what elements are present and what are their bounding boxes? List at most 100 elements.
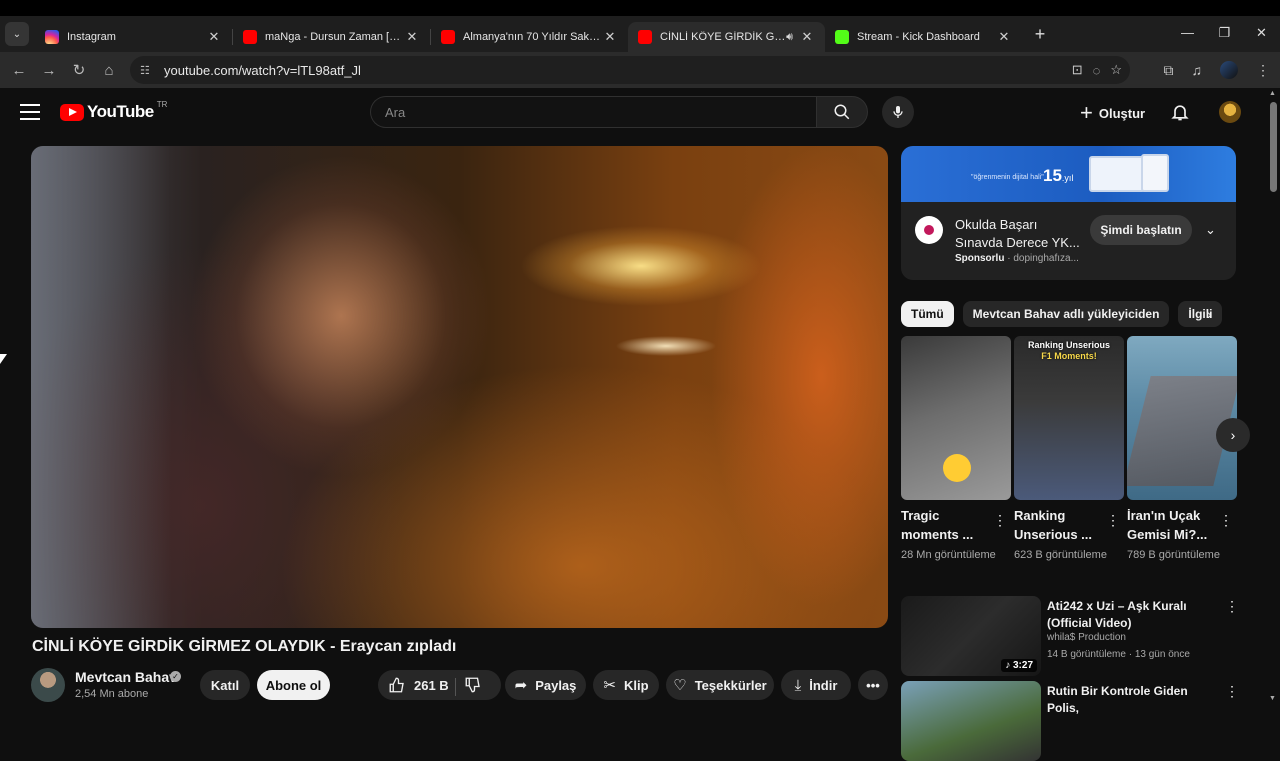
page-scrollbar[interactable]: ▲ ▼ bbox=[1267, 88, 1280, 720]
ad-banner-image[interactable]: "öğrenmenin dijital hali" 15.yıl bbox=[901, 146, 1236, 202]
more-vertical-icon[interactable]: ⋮ bbox=[993, 512, 1007, 529]
chevron-right-icon[interactable]: › bbox=[1207, 306, 1212, 322]
short-thumbnail[interactable] bbox=[901, 336, 1011, 500]
eye-off-icon[interactable]: ◌ bbox=[1093, 63, 1101, 78]
video-player[interactable] bbox=[31, 146, 888, 628]
channel-name[interactable]: Mevtcan Bahav bbox=[75, 669, 177, 685]
sponsored-ad-card[interactable]: "öğrenmenin dijital hali" 15.yıl Okulda … bbox=[901, 146, 1236, 280]
account-avatar[interactable] bbox=[1219, 101, 1241, 123]
profile-avatar[interactable] bbox=[1220, 61, 1238, 79]
more-actions-button[interactable]: ••• bbox=[858, 670, 888, 700]
close-window-icon[interactable]: ✕ bbox=[1243, 16, 1280, 52]
short-title[interactable]: Tragic moments ... bbox=[901, 506, 991, 544]
thumbnail-caption: Ranking Unserious F1 Moments! bbox=[1027, 340, 1110, 361]
ad-sponsor-line: Sponsorlu · dopinghafıza... bbox=[955, 253, 1079, 264]
youtube-logo[interactable]: YouTube TR bbox=[60, 100, 167, 122]
download-button[interactable]: ⤓ İndir bbox=[781, 670, 851, 700]
video-channel[interactable]: whila$ Production bbox=[1047, 632, 1126, 643]
close-icon[interactable]: ✕ bbox=[602, 29, 618, 45]
shorts-next-button[interactable]: › bbox=[1216, 418, 1250, 452]
more-vertical-icon[interactable]: ⋮ bbox=[1225, 598, 1239, 615]
voice-search-button[interactable] bbox=[882, 96, 914, 128]
close-icon[interactable]: ✕ bbox=[206, 29, 222, 45]
chip-related[interactable]: İlgili bbox=[1178, 301, 1223, 327]
subscribe-button[interactable]: Abone ol bbox=[257, 670, 330, 700]
site-info-icon[interactable]: ☷ bbox=[140, 64, 156, 77]
scrollbar-thumb[interactable] bbox=[1270, 102, 1277, 192]
hamburger-menu-icon[interactable] bbox=[20, 104, 40, 120]
new-tab-button[interactable]: + bbox=[1026, 24, 1054, 45]
related-video-item[interactable]: Rutin Bir Kontrole Giden Polis, ⋮ bbox=[901, 681, 1239, 761]
short-item[interactable]: Tragic moments ... 28 Mn görüntüleme ⋮ bbox=[901, 336, 1011, 561]
search-button[interactable] bbox=[816, 96, 868, 128]
media-control-icon[interactable]: ♫ bbox=[1192, 62, 1203, 78]
instagram-favicon-icon bbox=[45, 30, 59, 44]
browser-tab[interactable]: Instagram ✕ bbox=[35, 22, 232, 52]
browser-tab[interactable]: maNga - Dursun Zaman [Lyrics ✕ bbox=[233, 22, 430, 52]
advertiser-logo[interactable] bbox=[915, 216, 943, 244]
subscribe-label: Abone ol bbox=[265, 677, 322, 693]
chevron-down-icon[interactable]: ⌄ bbox=[1205, 222, 1216, 238]
more-vertical-icon[interactable]: ⋮ bbox=[1225, 683, 1239, 700]
speaker-icon[interactable]: 🔊︎ bbox=[786, 31, 793, 44]
minimize-icon[interactable]: — bbox=[1169, 16, 1206, 52]
chip-all[interactable]: Tümü bbox=[901, 301, 954, 327]
short-thumbnail[interactable]: Ranking Unserious F1 Moments! bbox=[1014, 336, 1124, 500]
video-thumbnail[interactable] bbox=[901, 681, 1041, 761]
tab-title: maNga - Dursun Zaman [Lyrics bbox=[265, 31, 404, 43]
short-views: 789 B görüntüleme bbox=[1127, 549, 1220, 561]
forward-arrow-icon[interactable]: → bbox=[34, 62, 64, 79]
menu-kebab-icon[interactable]: ⋮ bbox=[1256, 62, 1270, 79]
video-title[interactable]: Ati242 x Uzi – Aşk Kuralı (Official Vide… bbox=[1047, 598, 1217, 632]
thanks-button[interactable]: ♡ Teşekkürler bbox=[666, 670, 774, 700]
browser-tab[interactable]: Stream - Kick Dashboard ✕ bbox=[825, 22, 1022, 52]
video-thumbnail[interactable]: ♪ 3:27 bbox=[901, 596, 1041, 676]
tab-search-button[interactable]: ⌄ bbox=[5, 22, 29, 46]
create-button[interactable]: + Oluştur bbox=[1080, 98, 1145, 128]
short-title[interactable]: Ranking Unserious ... bbox=[1014, 506, 1104, 544]
browser-tab-active[interactable]: CİNLİ KÖYE GİRDİK GİRMEZ 🔊︎ ✕ bbox=[628, 22, 825, 52]
extensions-icon[interactable]: ⧉ bbox=[1164, 62, 1174, 79]
close-icon[interactable]: ✕ bbox=[996, 29, 1012, 45]
short-item[interactable]: İran'ın Uçak Gemisi Mi?... 789 B görüntü… bbox=[1127, 336, 1237, 561]
notifications-bell-icon[interactable] bbox=[1170, 102, 1190, 127]
ad-title[interactable]: Okulda Başarı Sınavda Derece YK... bbox=[955, 216, 1085, 252]
back-arrow-icon[interactable]: ← bbox=[4, 62, 34, 79]
clip-button[interactable]: ✂ Klip bbox=[593, 670, 659, 700]
browser-toolbar: ← → ↻ ⌂ ☷ youtube.com/watch?v=lTL98atf_J… bbox=[0, 52, 1280, 88]
channel-avatar[interactable] bbox=[31, 668, 65, 702]
thanks-label: Teşekkürler bbox=[694, 677, 767, 693]
scroll-up-icon[interactable]: ▲ bbox=[1269, 90, 1276, 97]
home-icon[interactable]: ⌂ bbox=[94, 62, 124, 79]
bookmark-star-icon[interactable]: ☆ bbox=[1110, 62, 1122, 78]
more-vertical-icon[interactable]: ⋮ bbox=[1106, 512, 1120, 529]
join-button[interactable]: Katıl bbox=[200, 670, 250, 700]
video-title[interactable]: Rutin Bir Kontrole Giden Polis, bbox=[1047, 683, 1217, 717]
short-title[interactable]: İran'ın Uçak Gemisi Mi?... bbox=[1127, 506, 1217, 544]
short-item[interactable]: Ranking Unserious F1 Moments! Ranking Uns… bbox=[1014, 336, 1124, 561]
more-vertical-icon[interactable]: ⋮ bbox=[1219, 512, 1233, 529]
thumbs-up-icon bbox=[389, 677, 404, 693]
subscriber-count: 2,54 Mn abone bbox=[75, 688, 149, 700]
tab-title: Stream - Kick Dashboard bbox=[857, 31, 980, 43]
screen-top-bar bbox=[0, 0, 1280, 16]
short-thumbnail[interactable] bbox=[1127, 336, 1237, 500]
close-icon[interactable]: ✕ bbox=[799, 29, 815, 45]
related-video-item[interactable]: ♪ 3:27 Ati242 x Uzi – Aşk Kuralı (Offici… bbox=[901, 596, 1239, 676]
chip-from-uploader[interactable]: Mevtcan Bahav adlı yükleyiciden bbox=[962, 301, 1170, 327]
scroll-down-icon[interactable]: ▼ bbox=[1269, 695, 1276, 702]
install-app-icon[interactable]: ⊡ bbox=[1072, 62, 1083, 78]
tablet-illustration bbox=[1141, 154, 1169, 192]
dislike-button[interactable] bbox=[464, 676, 482, 697]
search-input[interactable]: Ara bbox=[370, 96, 816, 128]
browser-tab[interactable]: Almanya'nın 70 Yıldır Sakladığı ✕ bbox=[431, 22, 628, 52]
shorts-shelf: Tragic moments ... 28 Mn görüntüleme ⋮ R… bbox=[901, 336, 1250, 586]
restore-icon[interactable]: ❐ bbox=[1206, 16, 1243, 52]
like-button[interactable]: 261 B bbox=[388, 676, 449, 694]
share-button[interactable]: ➦ Paylaş bbox=[505, 670, 586, 700]
browser-tab-strip: ⌄ Instagram ✕ maNga - Dursun Zaman [Lyri… bbox=[0, 16, 1280, 52]
close-icon[interactable]: ✕ bbox=[404, 29, 420, 45]
address-bar[interactable]: ☷ youtube.com/watch?v=lTL98atf_Jl ⊡ ◌ ☆ bbox=[130, 56, 1130, 84]
ad-cta-button[interactable]: Şimdi başlatın bbox=[1090, 215, 1192, 245]
reload-icon[interactable]: ↻ bbox=[64, 61, 94, 79]
